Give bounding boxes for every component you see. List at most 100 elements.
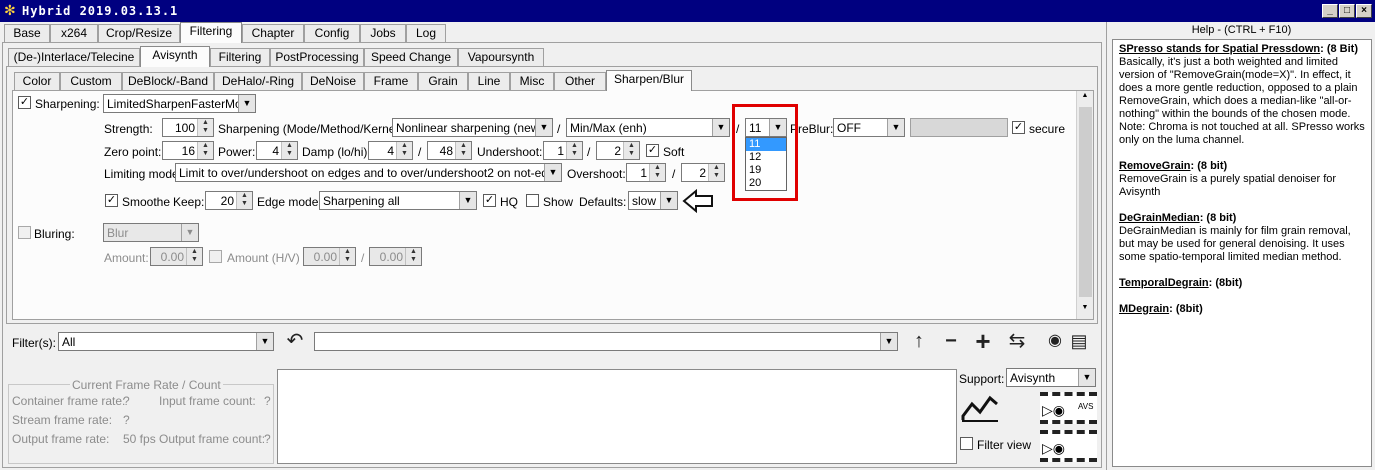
- preview-eye-icon[interactable]: ◉: [1042, 330, 1068, 352]
- help-link[interactable]: TemporalDegrain: [1119, 277, 1209, 289]
- avs-preview-icon[interactable]: ▷◉ AVS: [1040, 392, 1097, 424]
- scroll-up-icon[interactable]: ▲: [1078, 92, 1092, 104]
- tab-sharpen-blur[interactable]: Sharpen/Blur: [606, 70, 692, 91]
- blur-method-select[interactable]: Blur ▼: [103, 223, 199, 242]
- chevron-down-icon: ▼: [181, 224, 198, 241]
- spin-arrows-icon[interactable]: ▲ ▼: [197, 119, 213, 136]
- spin-arrows-icon[interactable]: ▲ ▼: [197, 142, 213, 159]
- edge-mode-select[interactable]: Sharpening all ▼: [319, 191, 477, 210]
- undershoot2-spinbox[interactable]: 2 ▲ ▼: [596, 141, 640, 160]
- tab-config[interactable]: Config: [304, 24, 360, 43]
- spin-arrows-icon[interactable]: ▲ ▼: [186, 248, 202, 265]
- spin-arrows-icon[interactable]: ▲ ▼: [649, 164, 665, 181]
- tab-jobs[interactable]: Jobs: [360, 24, 406, 43]
- tab-color[interactable]: Color: [14, 72, 60, 91]
- sharpening-checkbox[interactable]: ✓: [18, 96, 31, 109]
- scroll-thumb[interactable]: [1079, 107, 1092, 297]
- preblur-select[interactable]: OFF ▼: [833, 118, 905, 137]
- remove-icon[interactable]: −: [938, 330, 964, 352]
- secure-checkbox[interactable]: ✓: [1012, 121, 1025, 134]
- spin-arrows-icon[interactable]: ▲ ▼: [339, 248, 355, 265]
- help-link[interactable]: SPresso stands for Spatial Pressdown: [1119, 43, 1320, 55]
- close-button[interactable]: ×: [1356, 4, 1372, 18]
- tab-denoise[interactable]: DeNoise: [302, 72, 364, 91]
- spin-arrows-icon[interactable]: ▲ ▼: [566, 142, 582, 159]
- spin-arrows-icon[interactable]: ▲ ▼: [455, 142, 471, 159]
- spin-arrows-icon[interactable]: ▲ ▼: [623, 142, 639, 159]
- tab-frame[interactable]: Frame: [364, 72, 418, 91]
- tab-other[interactable]: Other: [554, 72, 606, 91]
- overshoot-spinbox[interactable]: 1 ▲ ▼: [626, 163, 666, 182]
- overshoot2-spinbox[interactable]: 2 ▲ ▼: [681, 163, 725, 182]
- vertical-scrollbar[interactable]: ▲ ▼: [1076, 91, 1093, 319]
- copy-icon[interactable]: ▤: [1068, 330, 1090, 352]
- filter-preview-icon[interactable]: ▷◉: [1040, 430, 1097, 462]
- sharpening-mode-select[interactable]: Nonlinear sharpening (new) ▼: [392, 118, 553, 137]
- undo-icon[interactable]: ↶: [282, 330, 308, 352]
- tab-dehalo[interactable]: DeHalo/-Ring: [214, 72, 302, 91]
- tab-log[interactable]: Log: [406, 24, 446, 43]
- power-spinbox[interactable]: 4 ▲ ▼: [256, 141, 298, 160]
- filters-select[interactable]: All ▼: [58, 332, 274, 351]
- help-link[interactable]: RemoveGrain: [1119, 160, 1191, 172]
- swap-icon[interactable]: ⇆: [1002, 330, 1032, 352]
- sharpening-method-select[interactable]: LimitedSharpenFasterMod ▼: [103, 94, 256, 113]
- strength-spinbox[interactable]: 100 ▲ ▼: [162, 118, 214, 137]
- chevron-down-icon: ▼: [238, 95, 255, 112]
- tab-crop-resize[interactable]: Crop/Resize: [98, 24, 180, 43]
- zero-point-spinbox[interactable]: 16 ▲ ▼: [162, 141, 214, 160]
- defaults-select[interactable]: slow ▼: [628, 191, 678, 210]
- tab-deinterlace[interactable]: (De-)Interlace/Telecine: [8, 48, 140, 67]
- tab-base[interactable]: Base: [4, 24, 50, 43]
- tab-filtering-sub[interactable]: Filtering: [210, 48, 270, 67]
- help-link[interactable]: DeGrainMedian: [1119, 212, 1200, 224]
- hq-checkbox[interactable]: ✓: [483, 194, 496, 207]
- spin-arrows-icon[interactable]: ▲ ▼: [708, 164, 724, 181]
- blur-amount-spinbox[interactable]: 0.00 ▲ ▼: [150, 247, 203, 266]
- filter-view-checkbox[interactable]: [960, 437, 973, 450]
- tab-vapoursynth[interactable]: Vapoursynth: [458, 48, 544, 67]
- strength-label: Strength:: [104, 122, 153, 136]
- spin-arrows-icon[interactable]: ▲ ▼: [405, 248, 421, 265]
- edge-mode-label: Edge mode:: [257, 195, 322, 209]
- spin-arrows-icon[interactable]: ▲ ▼: [281, 142, 297, 159]
- tab-misc[interactable]: Misc: [510, 72, 554, 91]
- maximize-button[interactable]: □: [1339, 4, 1355, 18]
- spin-arrows-icon[interactable]: ▲ ▼: [396, 142, 412, 159]
- tab-line[interactable]: Line: [468, 72, 510, 91]
- spin-arrows-icon[interactable]: ▲ ▼: [236, 192, 252, 209]
- add-icon[interactable]: +: [970, 328, 996, 354]
- tab-postprocessing[interactable]: PostProcessing: [270, 48, 364, 67]
- tab-speed-change[interactable]: Speed Change: [364, 48, 458, 67]
- graph-icon[interactable]: [960, 390, 1000, 422]
- tab-chapter[interactable]: Chapter: [242, 24, 304, 43]
- smoothe-checkbox[interactable]: ✓: [105, 194, 118, 207]
- keep-spinbox[interactable]: 20 ▲ ▼: [205, 191, 253, 210]
- damp-low-spinbox[interactable]: 4 ▲ ▼: [368, 141, 413, 160]
- tab-filtering[interactable]: Filtering: [180, 22, 242, 43]
- undershoot-spinbox[interactable]: 1 ▲ ▼: [543, 141, 583, 160]
- tab-grain[interactable]: Grain: [418, 72, 468, 91]
- filter-order-select[interactable]: ▼: [314, 332, 898, 351]
- zero-point-label: Zero point:: [104, 145, 162, 159]
- tab-deblock[interactable]: DeBlock/-Band: [122, 72, 214, 91]
- help-link[interactable]: MDegrain: [1119, 303, 1169, 315]
- scroll-down-icon[interactable]: ▼: [1078, 304, 1092, 316]
- move-up-icon[interactable]: ↑: [906, 330, 932, 352]
- bluring-checkbox[interactable]: [18, 226, 31, 239]
- sharpening-method-kernel-select[interactable]: Min/Max (enh) ▼: [566, 118, 730, 137]
- blur-amount-v-spinbox[interactable]: 0.00 ▲ ▼: [369, 247, 422, 266]
- script-preview-textarea[interactable]: [277, 369, 957, 464]
- tab-x264[interactable]: x264: [50, 24, 98, 43]
- slash-separator: /: [557, 122, 561, 136]
- tab-avisynth[interactable]: Avisynth: [140, 46, 210, 67]
- tab-custom[interactable]: Custom: [60, 72, 122, 91]
- support-select[interactable]: Avisynth ▼: [1006, 368, 1096, 387]
- soft-checkbox[interactable]: ✓: [646, 144, 659, 157]
- amount-hv-checkbox[interactable]: [209, 250, 222, 263]
- blur-amount-h-spinbox[interactable]: 0.00 ▲ ▼: [303, 247, 356, 266]
- damp-high-spinbox[interactable]: 48 ▲ ▼: [427, 141, 472, 160]
- limiting-mode-select[interactable]: Limit to over/undershoot on edges and to…: [175, 163, 562, 182]
- show-checkbox[interactable]: [526, 194, 539, 207]
- minimize-button[interactable]: _: [1322, 4, 1338, 18]
